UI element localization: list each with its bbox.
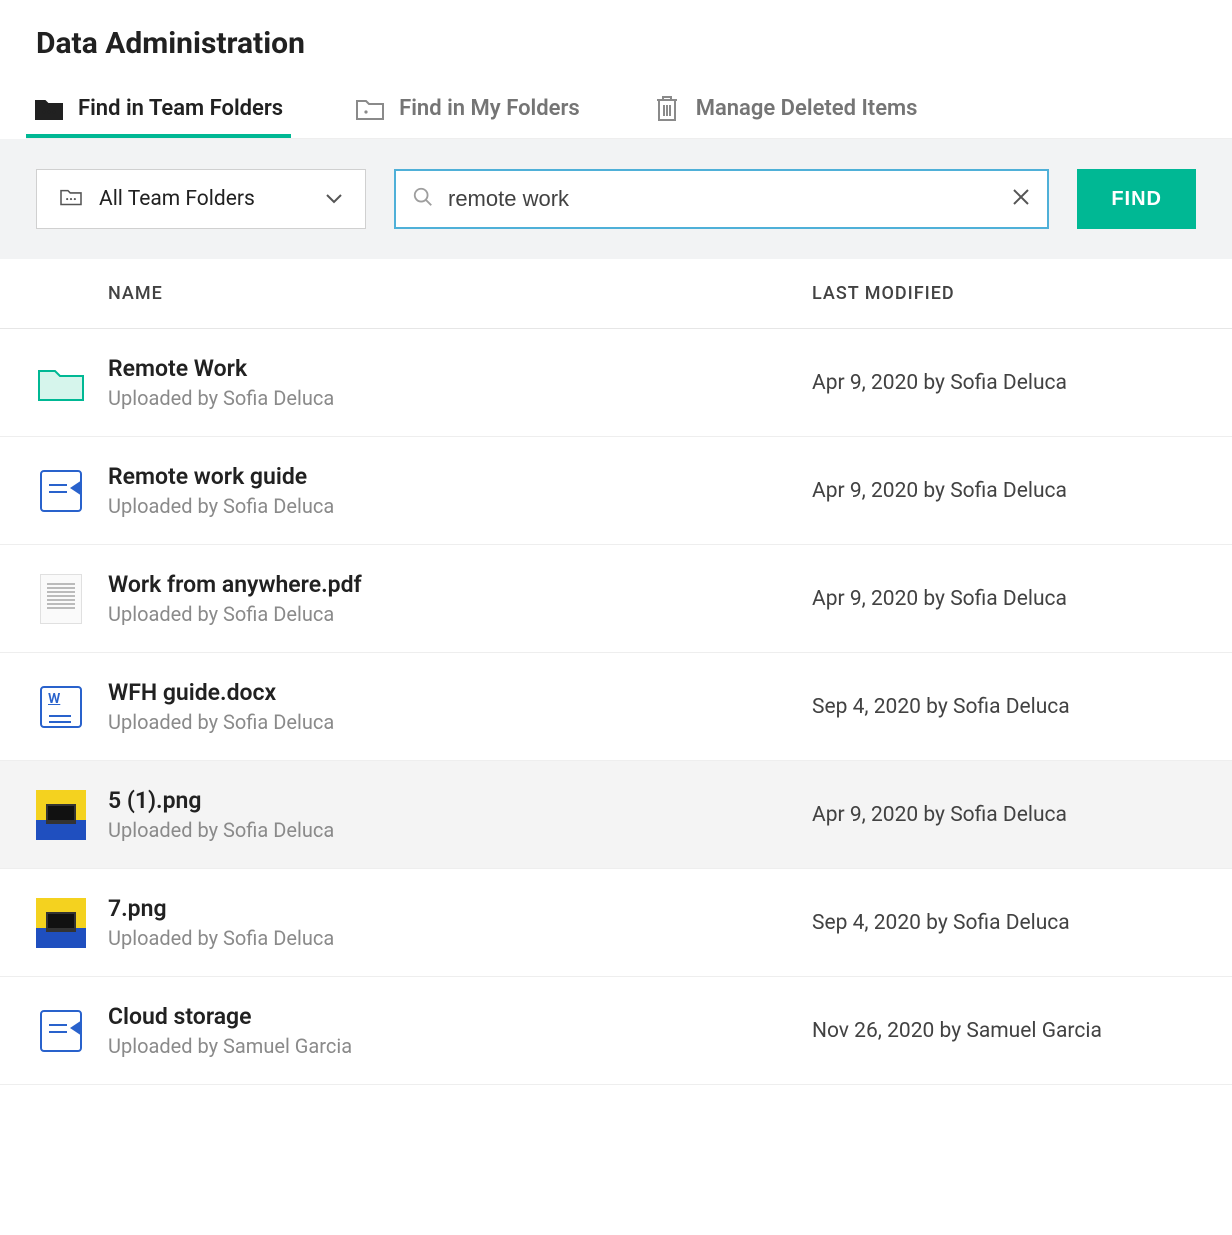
page-title: Data Administration <box>0 0 1232 83</box>
folder-icon <box>36 361 86 405</box>
file-uploader: Uploaded by Samuel Garcia <box>108 1034 812 1058</box>
results-header: NAME LAST MODIFIED <box>0 259 1232 329</box>
file-uploader: Uploaded by Sofia Deluca <box>108 818 812 842</box>
search-toolbar: All Team Folders FIND <box>0 139 1232 259</box>
tabs-bar: Find in Team Folders Find in My Folders … <box>26 83 1232 139</box>
clear-search-icon[interactable] <box>1011 187 1031 211</box>
tab-label: Find in My Folders <box>399 96 580 121</box>
table-row[interactable]: 5 (1).png Uploaded by Sofia DelucaApr 9, … <box>0 761 1232 869</box>
file-last-modified: Apr 9, 2020 by Sofia Deluca <box>812 371 1232 395</box>
tab-find-my-folders[interactable]: Find in My Folders <box>347 82 588 138</box>
file-name: Remote Work <box>108 355 812 382</box>
file-name: Cloud storage <box>108 1003 812 1030</box>
file-uploader: Uploaded by Sofia Deluca <box>108 602 812 626</box>
file-last-modified: Sep 4, 2020 by Sofia Deluca <box>812 911 1232 935</box>
file-last-modified: Apr 9, 2020 by Sofia Deluca <box>812 587 1232 611</box>
tab-label: Manage Deleted Items <box>696 96 918 121</box>
image-thumbnail-icon <box>36 898 86 948</box>
word-doc-icon <box>40 686 82 728</box>
column-header-name[interactable]: NAME <box>0 283 812 304</box>
find-button[interactable]: FIND <box>1077 169 1196 229</box>
file-last-modified: Apr 9, 2020 by Sofia Deluca <box>812 479 1232 503</box>
trash-icon <box>652 93 682 123</box>
table-row[interactable]: Cloud storage Uploaded by Samuel GarciaNo… <box>0 977 1232 1085</box>
file-name: 5 (1).png <box>108 787 812 814</box>
search-icon <box>412 186 434 212</box>
search-field[interactable] <box>394 169 1049 229</box>
document-icon <box>40 470 82 512</box>
pdf-icon <box>40 574 82 624</box>
file-name: WFH guide.docx <box>108 679 812 706</box>
file-uploader: Uploaded by Sofia Deluca <box>108 926 812 950</box>
folder-scope-select[interactable]: All Team Folders <box>36 169 366 229</box>
tab-find-team-folders[interactable]: Find in Team Folders <box>26 82 291 138</box>
image-thumbnail-icon <box>36 790 86 840</box>
file-uploader: Uploaded by Sofia Deluca <box>108 386 812 410</box>
file-last-modified: Sep 4, 2020 by Sofia Deluca <box>812 695 1232 719</box>
tab-label: Find in Team Folders <box>78 96 283 121</box>
file-uploader: Uploaded by Sofia Deluca <box>108 710 812 734</box>
table-row[interactable]: WFH guide.docx Uploaded by Sofia DelucaSe… <box>0 653 1232 761</box>
search-input[interactable] <box>448 186 997 212</box>
file-name: Remote work guide <box>108 463 812 490</box>
team-folder-icon <box>59 186 83 212</box>
results-table: NAME LAST MODIFIED Remote Work Uploaded b… <box>0 259 1232 1085</box>
column-header-last-modified[interactable]: LAST MODIFIED <box>812 283 1232 304</box>
tab-manage-deleted[interactable]: Manage Deleted Items <box>644 82 926 138</box>
file-name: Work from anywhere.pdf <box>108 571 812 598</box>
file-last-modified: Nov 26, 2020 by Samuel Garcia <box>812 1019 1232 1043</box>
table-row[interactable]: Remote work guide Uploaded by Sofia Deluc… <box>0 437 1232 545</box>
file-name: 7.png <box>108 895 812 922</box>
table-row[interactable]: Work from anywhere.pdf Uploaded by Sofia … <box>0 545 1232 653</box>
table-row[interactable]: 7.png Uploaded by Sofia DelucaSep 4, 2020… <box>0 869 1232 977</box>
file-last-modified: Apr 9, 2020 by Sofia Deluca <box>812 803 1232 827</box>
document-icon <box>40 1010 82 1052</box>
folder-scope-label: All Team Folders <box>99 187 255 211</box>
chevron-down-icon <box>325 187 343 211</box>
table-row[interactable]: Remote Work Uploaded by Sofia DelucaApr 9… <box>0 329 1232 437</box>
file-uploader: Uploaded by Sofia Deluca <box>108 494 812 518</box>
team-folder-icon <box>34 93 64 123</box>
my-folder-icon <box>355 93 385 123</box>
